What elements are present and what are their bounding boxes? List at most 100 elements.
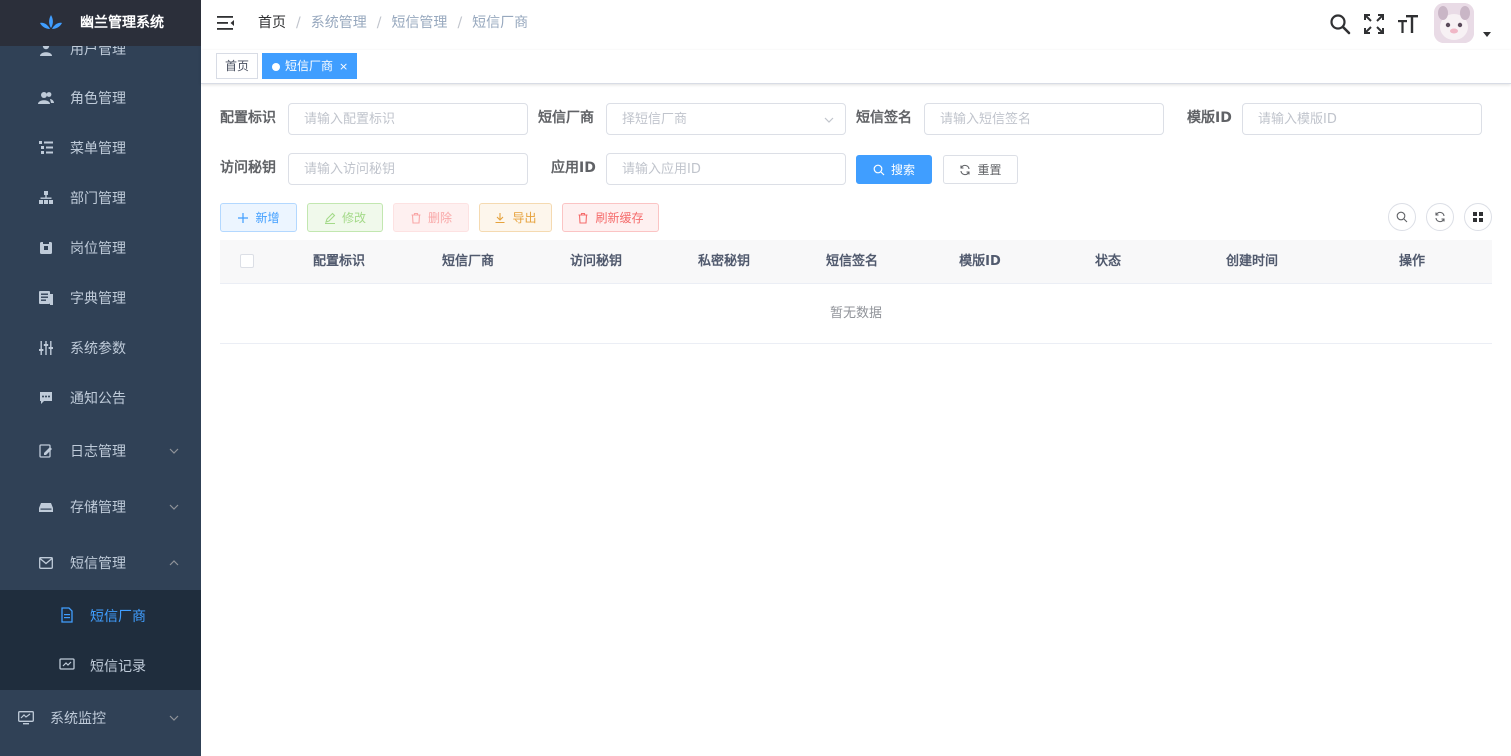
breadcrumb-separator: / xyxy=(376,15,382,31)
delete-icon xyxy=(411,212,421,224)
search-icon xyxy=(1396,211,1408,223)
table-body: 暂无数据 xyxy=(220,284,1492,344)
sidebar-item-label: 菜单管理 xyxy=(70,141,126,157)
empty-text: 暂无数据 xyxy=(829,306,882,321)
config-key-label: 配置标识 xyxy=(220,110,276,126)
sidebar-item-label: 短信管理 xyxy=(70,556,126,572)
font-size-icon[interactable] xyxy=(1397,13,1419,35)
breadcrumb-item: 短信管理 xyxy=(391,15,448,31)
access-key-input[interactable] xyxy=(289,154,527,184)
reset-button[interactable]: 重置 xyxy=(943,155,1018,184)
delete-icon xyxy=(578,212,588,224)
sidebar-item-logs[interactable]: 日志管理 xyxy=(0,426,201,476)
search-button[interactable]: 搜索 xyxy=(856,155,932,184)
tags-view: 首页 短信厂商 × xyxy=(201,50,1511,84)
fullscreen-icon[interactable] xyxy=(1363,13,1385,35)
chevron-down-icon xyxy=(169,715,179,721)
template-id-label: 模版ID xyxy=(1187,110,1232,126)
column-header: 配置标识 xyxy=(312,254,366,269)
column-header: 操作 xyxy=(1398,254,1426,269)
template-id-field[interactable] xyxy=(1242,103,1482,135)
search-button-label: 搜索 xyxy=(890,163,915,177)
supplier-select-input[interactable] xyxy=(607,104,845,134)
tag-label: 短信厂商 xyxy=(285,59,334,73)
close-icon[interactable]: × xyxy=(339,60,348,73)
logo-icon xyxy=(40,15,62,29)
add-button[interactable]: 新增 xyxy=(220,203,297,232)
signature-field[interactable] xyxy=(924,103,1164,135)
template-id-input[interactable] xyxy=(1243,104,1481,134)
config-key-field[interactable] xyxy=(288,103,528,135)
hamburger-icon[interactable] xyxy=(217,14,235,32)
sidebar-item-sms-record[interactable]: 短信记录 xyxy=(0,640,201,690)
delete-button[interactable]: 删除 xyxy=(393,203,469,232)
sidebar-item-monitor[interactable]: 系统监控 xyxy=(0,693,201,743)
delete-button-label: 删除 xyxy=(427,211,452,225)
breadcrumb: 首页 / 系统管理 / 短信管理 / 短信厂商 xyxy=(258,14,528,32)
sidebar-item-label: 通知公告 xyxy=(70,391,126,407)
monitor-icon xyxy=(18,710,34,726)
caret-down-icon[interactable] xyxy=(1483,32,1491,37)
avatar[interactable] xyxy=(1434,3,1474,43)
toggle-search-button[interactable] xyxy=(1388,203,1416,231)
breadcrumb-item[interactable]: 首页 xyxy=(258,14,286,32)
tree-icon xyxy=(38,190,54,206)
sidebar-item-label: 系统监控 xyxy=(50,711,106,727)
sidebar-item-label: 短信厂商 xyxy=(90,609,146,625)
select-all-checkbox[interactable] xyxy=(240,254,254,268)
export-button-label: 导出 xyxy=(512,211,537,225)
sidebar-item-sms-supplier[interactable]: 短信厂商 xyxy=(0,590,201,640)
breadcrumb-separator: / xyxy=(457,15,463,31)
refresh-button[interactable] xyxy=(1426,203,1454,231)
app-id-label: 应用ID xyxy=(551,160,596,176)
dict-icon xyxy=(38,290,54,306)
reset-button-label: 重置 xyxy=(977,163,1002,177)
edit-icon xyxy=(324,212,336,224)
edit-button[interactable]: 修改 xyxy=(307,203,383,232)
app-id-input[interactable] xyxy=(607,154,845,184)
edit-button-label: 修改 xyxy=(341,211,366,225)
refresh-cache-button-label: 刷新缓存 xyxy=(595,211,644,225)
sidebar-item-label: 角色管理 xyxy=(70,91,126,107)
breadcrumb-item: 短信厂商 xyxy=(472,15,529,31)
search-icon xyxy=(873,164,885,175)
sidebar-item-roles[interactable]: 角色管理 xyxy=(0,73,201,123)
sidebar-item-label: 字典管理 xyxy=(70,291,126,307)
supplier-label: 短信厂商 xyxy=(538,110,594,126)
sidebar-item-posts[interactable]: 岗位管理 xyxy=(0,223,201,273)
plus-icon xyxy=(238,212,249,223)
sidebar-item-dict[interactable]: 字典管理 xyxy=(0,273,201,323)
tree-table-icon xyxy=(38,140,54,156)
sidebar-item-sms[interactable]: 短信管理 xyxy=(0,538,201,588)
sidebar-item-label: 日志管理 xyxy=(70,444,126,460)
signature-input[interactable] xyxy=(925,104,1163,134)
chevron-down-icon xyxy=(169,448,179,454)
tag-home[interactable]: 首页 xyxy=(216,53,259,79)
add-button-label: 新增 xyxy=(255,211,280,225)
config-key-input[interactable] xyxy=(289,104,527,134)
tag-active[interactable]: 短信厂商 × xyxy=(262,53,358,79)
sidebar-item-notice[interactable]: 通知公告 xyxy=(0,373,201,423)
access-key-field[interactable] xyxy=(288,153,528,185)
supplier-select[interactable] xyxy=(606,103,846,135)
grid-icon xyxy=(1473,212,1483,222)
refresh-cache-button[interactable]: 刷新缓存 xyxy=(562,203,659,232)
app-id-field[interactable] xyxy=(606,153,846,185)
log-icon xyxy=(38,443,54,459)
logo-bar[interactable]: 幽兰管理系统 xyxy=(0,0,201,46)
column-header: 短信签名 xyxy=(825,254,879,269)
search-icon[interactable] xyxy=(1329,13,1351,35)
sidebar-item-menus[interactable]: 菜单管理 xyxy=(0,123,201,173)
documentation-icon xyxy=(61,607,73,623)
sidebar-item-params[interactable]: 系统参数 xyxy=(0,323,201,373)
refresh-icon xyxy=(1435,211,1445,223)
sidebar-item-storage[interactable]: 存储管理 xyxy=(0,482,201,532)
app-root: 幽兰管理系统 用户管理 角色管理 菜单管理 部门管理 岗位管理 字典管理 系统参… xyxy=(0,0,1511,756)
message-icon xyxy=(38,390,54,406)
sidebar-item-label: 部门管理 xyxy=(70,191,126,207)
export-button[interactable]: 导出 xyxy=(479,203,552,232)
columns-button[interactable] xyxy=(1464,203,1492,231)
storage-icon xyxy=(38,499,54,515)
refresh-icon xyxy=(960,164,971,175)
sidebar-item-depts[interactable]: 部门管理 xyxy=(0,173,201,223)
